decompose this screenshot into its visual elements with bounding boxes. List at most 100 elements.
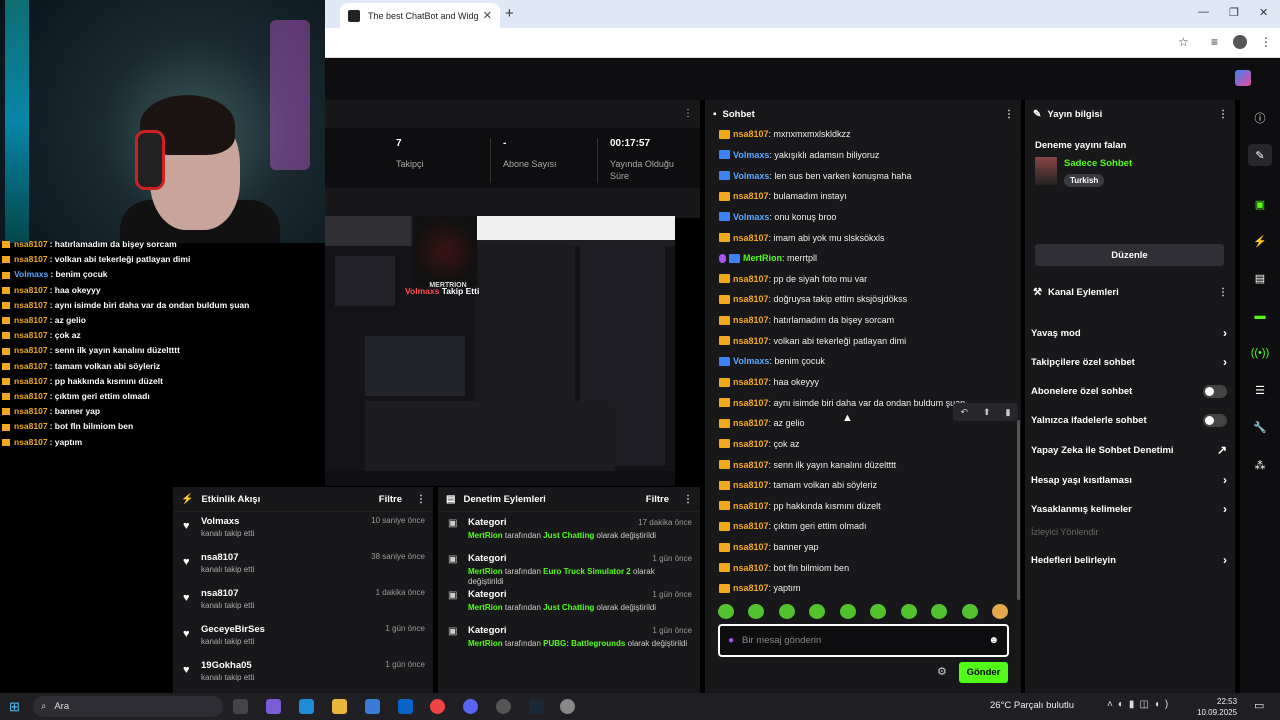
- mod-item[interactable]: ▣ Kategori 1 gün önce MertRion tarafından J…: [438, 584, 700, 620]
- edit-button[interactable]: Düzenle: [1035, 244, 1224, 266]
- channel-action-item[interactable]: Takipçilere özel sohbet ›: [1031, 355, 1227, 369]
- channel-action-item[interactable]: Hesap yaşı kısıtlaması ›: [1031, 473, 1227, 487]
- chat-username[interactable]: nsa8107: [733, 274, 769, 284]
- layout-icon[interactable]: ☰: [1248, 379, 1272, 401]
- chat-username[interactable]: nsa8107: [733, 191, 769, 201]
- chat-username[interactable]: nsa8107: [733, 583, 769, 593]
- chat-menu-icon[interactable]: ⋮: [1004, 109, 1014, 120]
- chat-message[interactable]: MertRion: merrtpll: [719, 248, 1009, 269]
- chat-username[interactable]: Volmaxs: [733, 150, 769, 160]
- chat-message[interactable]: Volmaxs: len sus ben varken konuşma haha: [719, 165, 1009, 186]
- app-logo-icon[interactable]: [1235, 70, 1251, 86]
- screen-icon[interactable]: ▣: [1248, 193, 1272, 215]
- mod-item[interactable]: ▣ Kategori 17 dakika önce MertRion tarafınd…: [438, 512, 700, 548]
- chat-message[interactable]: nsa8107: mxnxmxmxlskldkzz: [719, 124, 1009, 145]
- mod-item[interactable]: ▣ Kategori 1 gün önce MertRion tarafından E…: [438, 548, 700, 587]
- chat-message[interactable]: nsa8107: senn ilk yayın kanalını düzeltt…: [719, 454, 1009, 475]
- mod-menu-icon[interactable]: ⋮: [683, 494, 693, 505]
- emote-icon[interactable]: [809, 604, 826, 619]
- bookmark-star-icon[interactable]: ☆: [1178, 35, 1189, 49]
- chat-username[interactable]: nsa8107: [733, 480, 769, 490]
- outlook-icon[interactable]: [398, 699, 413, 714]
- mic-icon[interactable]: ●: [728, 635, 734, 646]
- chat-username[interactable]: Volmaxs: [733, 356, 769, 366]
- chat-icon[interactable]: ▬: [1248, 305, 1272, 327]
- chat-username[interactable]: nsa8107: [733, 521, 769, 531]
- store-icon[interactable]: [365, 699, 380, 714]
- chat-message[interactable]: nsa8107: imam abi yok mu slsksökxls: [719, 227, 1009, 248]
- channel-action-item[interactable]: Abonelere özel sohbet: [1031, 385, 1227, 398]
- toggle-switch[interactable]: [1203, 385, 1227, 398]
- restore-icon[interactable]: ❐: [1229, 6, 1239, 19]
- steam-icon[interactable]: [529, 699, 544, 714]
- reply-icon[interactable]: ↶: [960, 407, 968, 418]
- emote-icon[interactable]: [870, 604, 887, 619]
- event-item[interactable]: ♥ GeceyeBirSes 1 gün önce kanalı takip etti: [173, 620, 433, 656]
- chat-username[interactable]: nsa8107: [733, 233, 769, 243]
- event-item[interactable]: ♥ nsa8107 1 dakika önce kanalı takip etti: [173, 584, 433, 620]
- chat-message[interactable]: nsa8107: pp hakkında kısmını düzelt: [719, 496, 1009, 517]
- chat-message[interactable]: nsa8107: yaptım: [719, 578, 1009, 599]
- delete-icon[interactable]: ▮: [1006, 407, 1011, 418]
- mod-filter-button[interactable]: Filtre: [646, 494, 669, 505]
- chat-message[interactable]: nsa8107: pp de siyah foto mu var: [719, 268, 1009, 289]
- chat-message[interactable]: nsa8107: tamam volkan abi söyleriz: [719, 475, 1009, 496]
- info-menu-icon[interactable]: ⋮: [1218, 109, 1228, 120]
- event-item[interactable]: ♥ nsa8107 38 saniye önce kanalı takip etti: [173, 548, 433, 584]
- mod-item[interactable]: ▣ Kategori 1 gün önce MertRion tarafından P…: [438, 620, 700, 656]
- chat-username[interactable]: nsa8107: [733, 563, 769, 573]
- chat-username[interactable]: nsa8107: [733, 377, 769, 387]
- discord-icon[interactable]: [463, 699, 478, 714]
- chat-username[interactable]: nsa8107: [733, 439, 769, 449]
- system-tray-icons[interactable]: ˄◐▮◫◖): [1107, 699, 1173, 710]
- reading-list-icon[interactable]: ≡: [1211, 35, 1218, 49]
- chat-message[interactable]: nsa8107: haa okeyyy: [719, 372, 1009, 393]
- event-menu-icon[interactable]: ⋮: [416, 494, 426, 505]
- chat-username[interactable]: nsa8107: [733, 129, 769, 139]
- edit-tool-icon[interactable]: ✎: [1248, 144, 1272, 166]
- chat-username[interactable]: nsa8107: [733, 542, 769, 552]
- chat-message[interactable]: nsa8107: doğruysa takip ettim sksjösjdök…: [719, 289, 1009, 310]
- chat-username[interactable]: Volmaxs: [733, 212, 769, 222]
- stream-category[interactable]: Sadece Sohbet: [1064, 158, 1132, 169]
- tab-close-icon[interactable]: ✕: [483, 9, 492, 22]
- lightning-icon[interactable]: ⚡: [1248, 230, 1272, 252]
- chat-username[interactable]: nsa8107: [733, 294, 769, 304]
- chat-username[interactable]: nsa8107: [733, 501, 769, 511]
- file-explorer-icon[interactable]: [332, 699, 347, 714]
- chat-username[interactable]: nsa8107: [733, 336, 769, 346]
- browser-tab[interactable]: The best ChatBot and Widgets ✕: [340, 3, 500, 28]
- chat-message[interactable]: nsa8107: bot fln bilmiom ben: [719, 557, 1009, 578]
- chat-message[interactable]: nsa8107: çok az: [719, 434, 1009, 455]
- chrome-icon[interactable]: [430, 699, 445, 714]
- document-icon[interactable]: ▤: [1248, 267, 1272, 289]
- close-window-icon[interactable]: ✕: [1259, 6, 1268, 19]
- taskbar-search[interactable]: ⌕ Ara: [33, 696, 223, 717]
- taskbar-weather[interactable]: 26°C Parçalı bulutlu: [990, 700, 1074, 711]
- send-button[interactable]: Gönder: [959, 662, 1008, 683]
- chat-input[interactable]: ● Bir mesaj gönderin ☻: [718, 624, 1009, 657]
- chat-message[interactable]: nsa8107: banner yap: [719, 537, 1009, 558]
- channel-action-item[interactable]: Hedefleri belirleyin ›: [1031, 553, 1227, 567]
- taskbar-clock[interactable]: 22:53 10.09.2025: [1197, 696, 1237, 718]
- emote-icon[interactable]: [961, 604, 978, 619]
- chat-settings-icon[interactable]: ⚙: [937, 665, 947, 678]
- channel-action-item[interactable]: Yapay Zeka ile Sohbet Denetimi ↗: [1031, 443, 1227, 457]
- event-item[interactable]: ♥ Volmaxs 10 saniye önce kanalı takip etti: [173, 512, 433, 548]
- channel-action-item[interactable]: Yavaş mod ›: [1031, 326, 1227, 340]
- event-item[interactable]: ♥ 19Gokha05 1 gün önce kanalı takip etti: [173, 656, 433, 692]
- broadcast-icon[interactable]: ((•)): [1248, 342, 1272, 364]
- channel-action-item[interactable]: Yalnızca ifadelerle sohbet: [1031, 414, 1227, 427]
- notification-icon[interactable]: ▭: [1254, 699, 1264, 712]
- chat-messages[interactable]: nsa8107: mxnxmxmxlskldkzz Volmaxs: yakışı…: [719, 124, 1009, 599]
- chat-username[interactable]: MertRion: [743, 253, 782, 263]
- external-link-icon[interactable]: ↗: [1217, 443, 1227, 457]
- emote-icon[interactable]: [991, 604, 1008, 619]
- stats-menu-icon[interactable]: ⋮: [683, 108, 693, 119]
- chat-username[interactable]: nsa8107: [733, 315, 769, 325]
- emoji-picker-icon[interactable]: ☻: [988, 635, 999, 646]
- emote-icon[interactable]: [839, 604, 856, 619]
- chat-username[interactable]: nsa8107: [733, 398, 769, 408]
- chat-scrollbar[interactable]: [1017, 420, 1020, 600]
- channel-action-item[interactable]: Yasaklanmış kelimeler ›: [1031, 502, 1227, 516]
